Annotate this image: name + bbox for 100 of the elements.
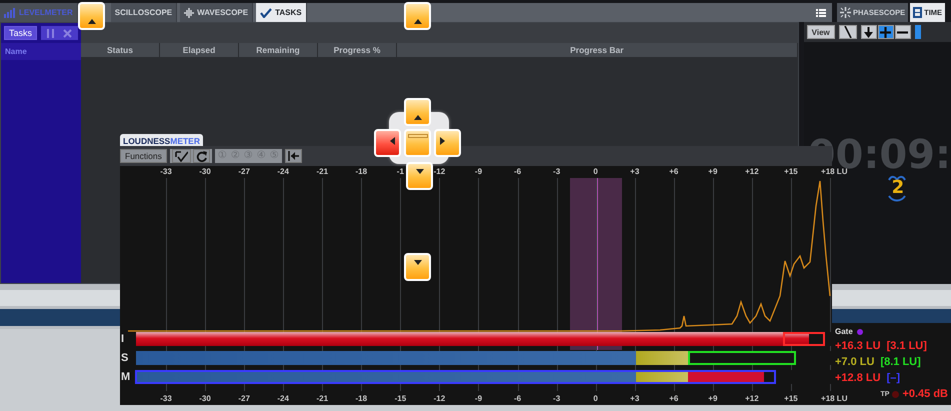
loudness-value: +12.8 LU (835, 372, 881, 384)
column-header[interactable]: Progress % (318, 43, 397, 57)
diagonal-line-icon (844, 26, 852, 38)
meter-label: I (120, 332, 126, 346)
scale-label: -6 (514, 394, 522, 403)
dock-up-button[interactable] (78, 2, 105, 30)
line-tool-button[interactable] (838, 25, 857, 39)
scale-label: -18 (356, 394, 368, 403)
scale-label: -3 (553, 167, 560, 176)
down-button[interactable] (860, 25, 877, 39)
tab[interactable]: TASKS (256, 3, 307, 22)
triangle-down-icon (414, 260, 422, 265)
scale-label: +15 (784, 394, 798, 403)
scale-label: -33 (160, 167, 172, 176)
scale-label: -27 (238, 167, 250, 176)
scale-label: -12 (434, 394, 446, 403)
plus-icon (880, 26, 892, 38)
crosshair-icon (840, 7, 851, 18)
close-icon (63, 28, 72, 38)
scale-label: -24 (277, 394, 289, 403)
refresh-button[interactable] (192, 149, 210, 163)
scale-label: -30 (199, 394, 211, 403)
meter-label: M (120, 370, 132, 384)
scale-label: -6 (514, 167, 522, 176)
down-arrow-icon (864, 26, 874, 38)
triangle-left-icon (390, 137, 395, 145)
scale-label: +3 (630, 394, 640, 403)
true-peak-value: +0.45 dB (902, 388, 948, 400)
tab[interactable]: SCILLOSCOPE (110, 3, 178, 22)
scale-label: -21 (316, 167, 328, 176)
scale-label: -24 (277, 167, 289, 176)
check-button[interactable] (172, 149, 191, 163)
column-header[interactable]: Elapsed (160, 43, 239, 57)
scale-label: +9 (708, 167, 718, 176)
toolbar-button[interactable] (914, 25, 921, 39)
loops-icon (886, 174, 908, 202)
loudness-range: [–] (886, 372, 900, 384)
loudness-range: [3.1 LU] (886, 340, 927, 352)
minus-button[interactable] (894, 25, 911, 39)
scale-label: -12 (434, 167, 446, 176)
dock-down-button[interactable] (406, 162, 433, 190)
checkmark-icon (174, 150, 188, 162)
loudness-value: +16.3 LU (835, 340, 881, 352)
scale-label: +12 (745, 167, 759, 176)
film-icon (913, 7, 922, 18)
scale-label: 0 (593, 167, 598, 176)
scale-label: -3 (553, 394, 560, 403)
loudness-value: +7.0 LU (835, 356, 874, 368)
peak-indicator (892, 390, 900, 398)
window-title-accent: METER (170, 136, 200, 146)
scale-label: +6 (669, 394, 678, 403)
pause-icon (47, 28, 54, 38)
functions-button[interactable]: Functions (120, 149, 167, 163)
column-header[interactable]: Progress Bar (397, 43, 798, 57)
window-title: LOUDNESS (123, 136, 170, 146)
scale-label: +6 (669, 167, 678, 176)
plus-button[interactable] (878, 25, 894, 39)
scale-label: -33 (160, 394, 172, 403)
scale-label: -18 (356, 167, 368, 176)
tasks-button[interactable]: Tasks (4, 26, 38, 40)
meter-label: S (120, 351, 130, 365)
dock-left-button[interactable] (374, 129, 401, 157)
dock-right-button[interactable] (434, 129, 461, 157)
scale-label: -9 (474, 167, 482, 176)
scale-label: -21 (316, 394, 328, 403)
refresh-icon (196, 150, 207, 162)
triangle-down-icon (416, 169, 424, 174)
gate-label: Gate (835, 327, 853, 336)
column-header[interactable]: Status (81, 43, 160, 57)
checkmark-icon (260, 8, 272, 18)
window-icon (408, 134, 428, 138)
dock-up-button[interactable] (404, 2, 431, 30)
scale-label: +18 LU (821, 394, 848, 403)
scale-label: 0 (593, 394, 598, 403)
bars-icon (4, 8, 16, 18)
scale-label: +9 (708, 394, 718, 403)
scale-label: +15 (784, 167, 798, 176)
view-button[interactable]: View (806, 25, 835, 39)
dock-down-button[interactable] (404, 253, 431, 281)
scale-label: -1 (396, 167, 404, 176)
scale-label: +12 (745, 394, 759, 403)
triangle-up-icon (414, 115, 422, 120)
triangle-right-icon (440, 137, 445, 145)
tab[interactable]: WAVESCOPE (180, 3, 254, 22)
scale-label: +3 (630, 167, 640, 176)
column-header[interactable]: Name (1, 43, 81, 60)
skip-to-start-icon (288, 151, 299, 161)
triangle-up-icon (414, 19, 422, 24)
list-icon (816, 8, 826, 16)
loudness-range: [8.1 LU] (880, 356, 921, 368)
scale-label: -27 (238, 394, 250, 403)
column-header[interactable]: Remaining (239, 43, 318, 57)
range-box (783, 332, 825, 346)
dock-up-button[interactable] (404, 98, 431, 126)
scale-label: -15 (394, 394, 406, 403)
logo-text: 2 (892, 177, 904, 198)
reset-button[interactable] (284, 149, 302, 163)
scale-label: -9 (474, 394, 482, 403)
scale-label: -30 (199, 167, 211, 176)
triangle-up-icon (88, 19, 96, 24)
